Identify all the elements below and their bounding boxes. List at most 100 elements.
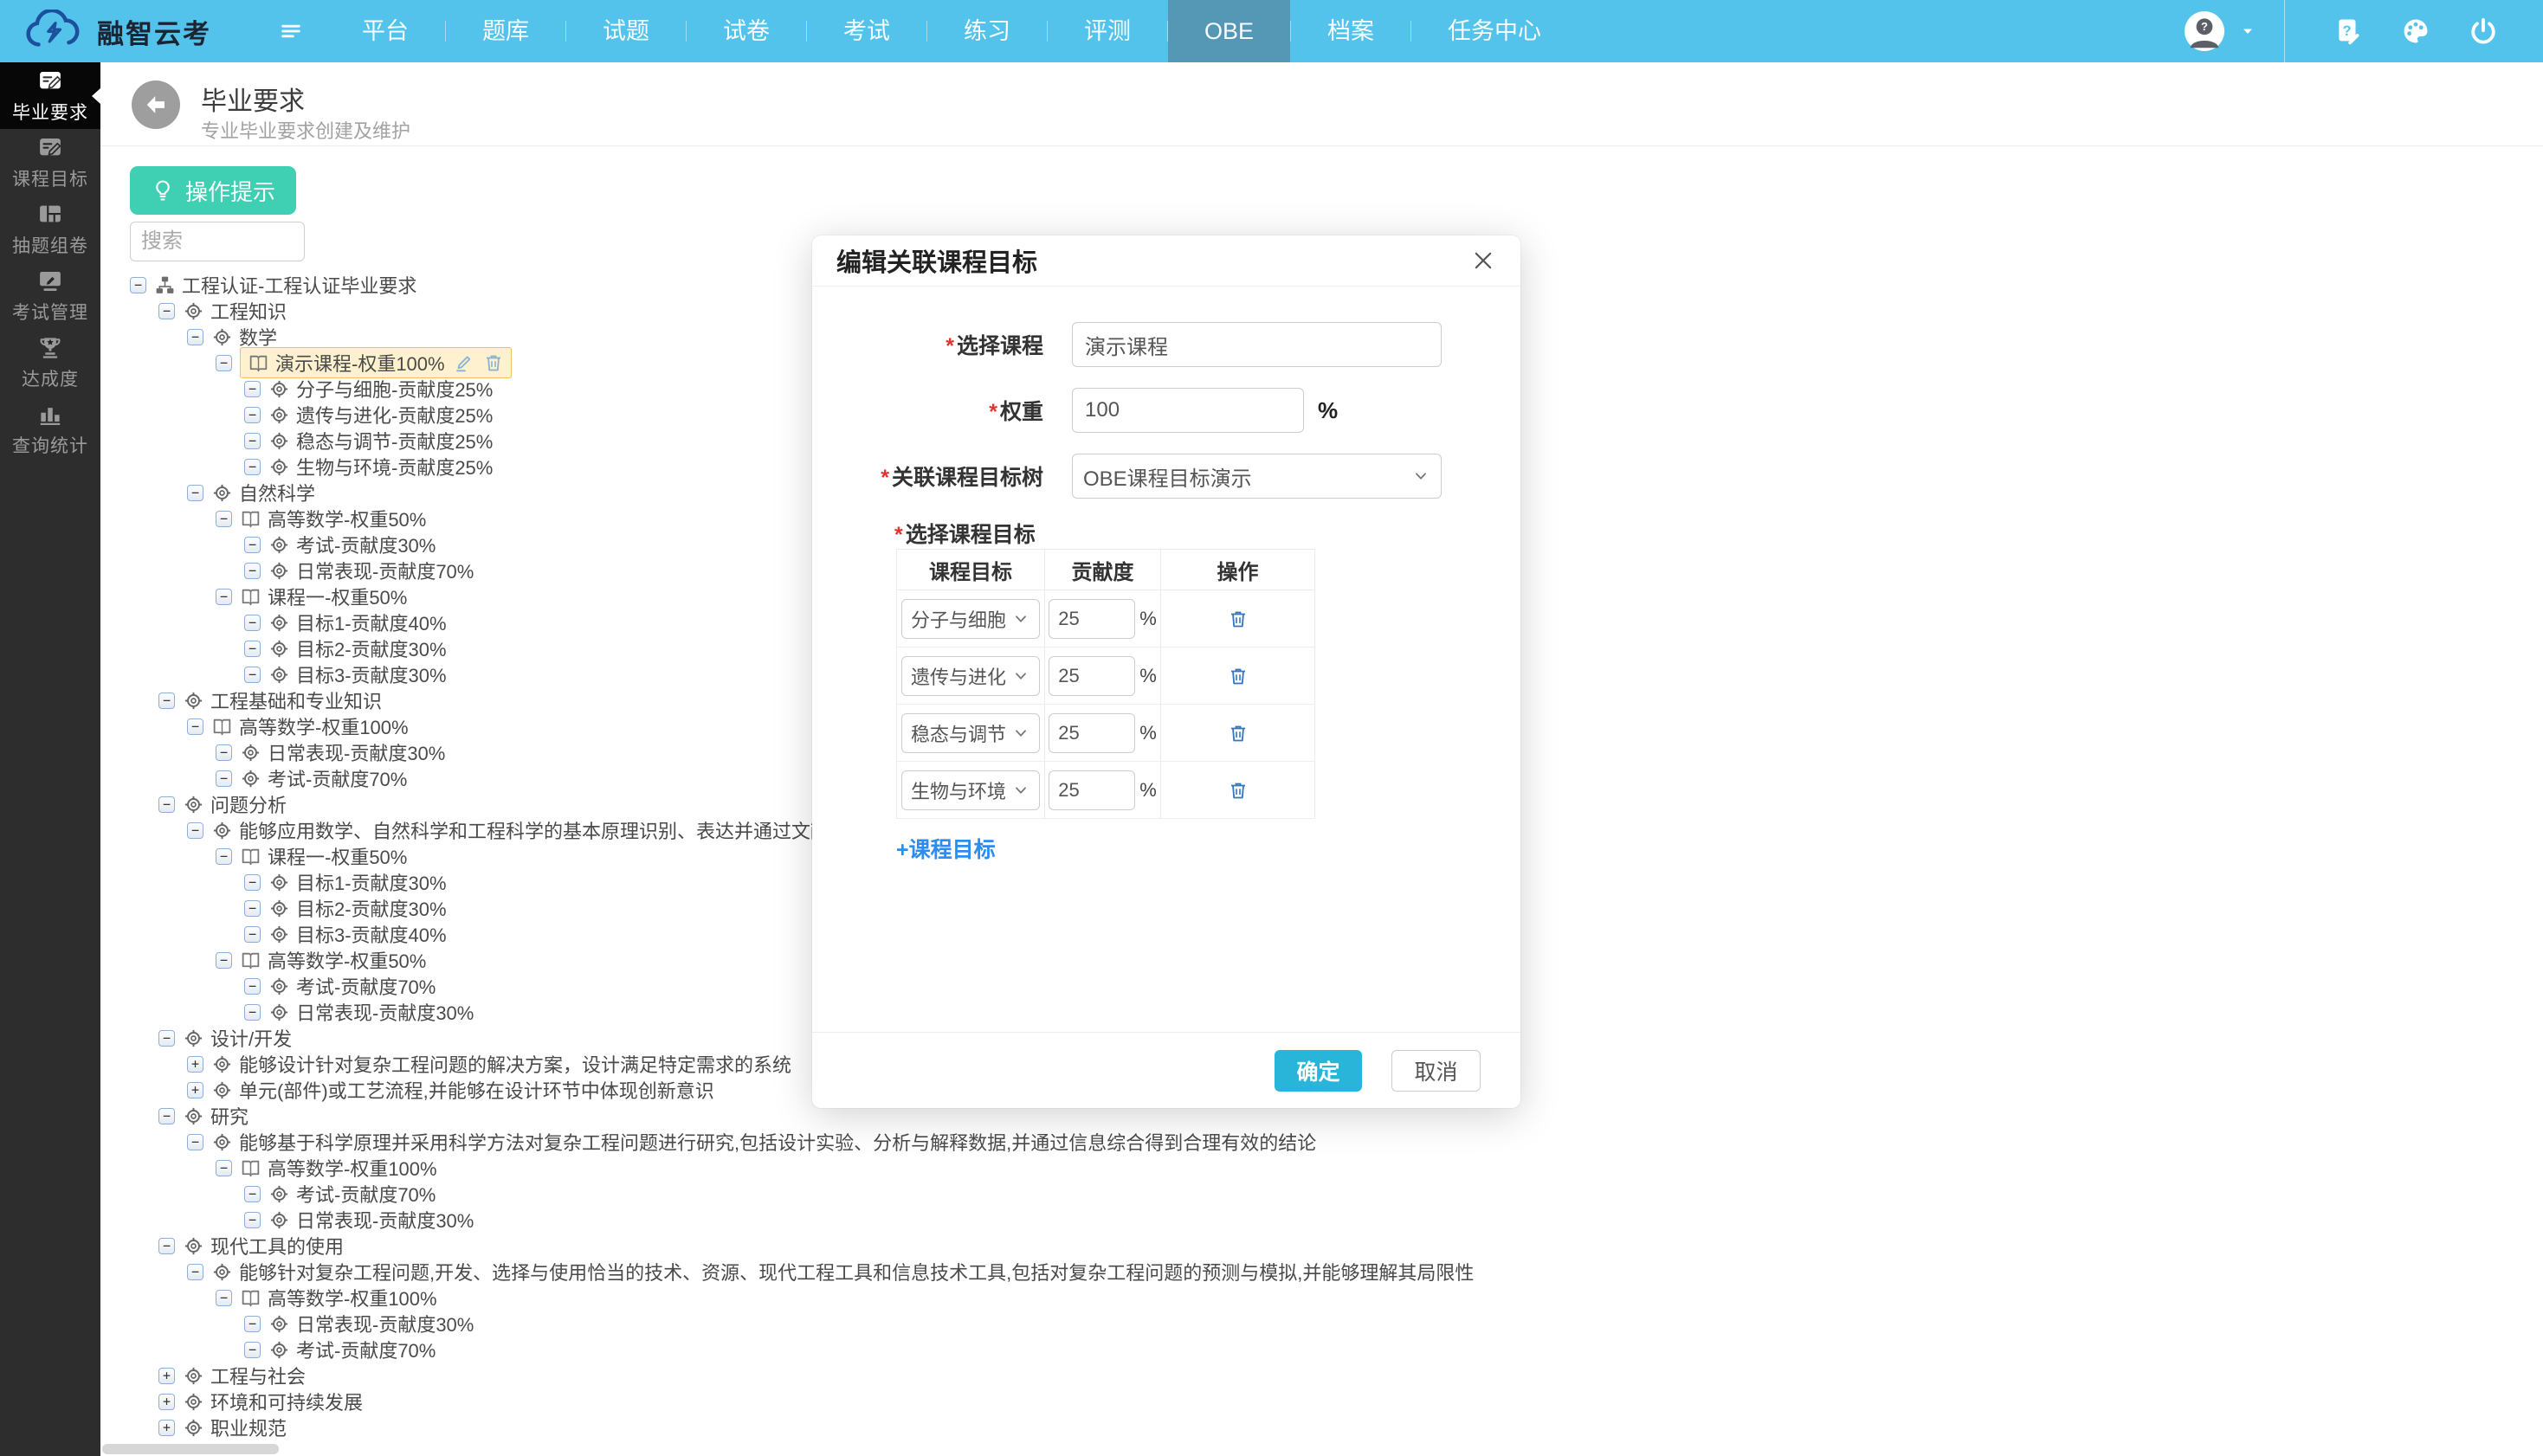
collapse-minus-icon[interactable]: − [216,1290,232,1306]
collapse-minus-icon[interactable]: − [216,589,232,605]
collapse-minus-icon[interactable]: − [244,1212,261,1228]
edit-icon[interactable] [454,352,474,373]
collapse-minus-icon[interactable]: − [244,1186,261,1202]
collapse-minus-icon[interactable]: − [216,952,232,969]
sidebar-item-课程目标[interactable]: 课程目标 [0,129,100,196]
sidebar-item-抽题组卷[interactable]: 抽题组卷 [0,196,100,262]
collapse-minus-icon[interactable]: − [216,744,232,761]
collapse-minus-icon[interactable]: − [244,1342,261,1358]
collapse-minus-icon[interactable]: − [244,667,261,683]
contribution-input[interactable] [1049,770,1135,810]
collapse-minus-icon[interactable]: − [158,693,175,709]
objective-select[interactable]: 遗传与进化 [901,656,1040,696]
collapse-minus-icon[interactable]: − [244,641,261,657]
collapse-minus-icon[interactable]: − [130,277,146,293]
delete-icon[interactable] [483,352,504,373]
collapse-minus-icon[interactable]: − [216,355,232,371]
expand-plus-icon[interactable]: + [187,1056,203,1073]
nav-item-考试[interactable]: 考试 [807,0,926,62]
nav-item-评测[interactable]: 评测 [1048,0,1167,62]
tree-row[interactable]: −现代工具的使用 [130,1233,1474,1259]
tree-row[interactable]: −考试-贡献度70% [130,1181,1474,1207]
collapse-minus-icon[interactable]: − [158,1030,175,1047]
delete-icon[interactable] [1228,609,1249,629]
tree-row[interactable]: −日常表现-贡献度30% [130,1311,1474,1337]
collapse-minus-icon[interactable]: − [244,874,261,891]
add-objective-link[interactable]: +课程目标 [896,833,996,864]
contribution-input[interactable] [1049,656,1135,696]
collapse-minus-icon[interactable]: − [216,511,232,527]
nav-item-OBE[interactable]: OBE [1168,0,1290,62]
sidebar-item-毕业要求[interactable]: 毕业要求 [0,62,100,129]
collapse-minus-icon[interactable]: − [216,848,232,865]
expand-plus-icon[interactable]: + [158,1368,175,1384]
expand-plus-icon[interactable]: + [187,1082,203,1098]
collapse-minus-icon[interactable]: − [244,407,261,423]
tree-row[interactable]: +职业规范 [130,1414,1474,1440]
collapse-minus-icon[interactable]: − [187,1134,203,1150]
collapse-minus-icon[interactable]: − [158,1238,175,1254]
help-icon[interactable]: ? [2333,16,2363,46]
nav-item-试题[interactable]: 试题 [566,0,686,62]
collapse-minus-icon[interactable]: − [187,822,203,839]
course-input[interactable] [1072,322,1442,367]
collapse-minus-icon[interactable]: − [187,485,203,501]
cancel-button[interactable]: 取消 [1391,1050,1481,1092]
delete-icon[interactable] [1228,780,1249,801]
collapse-minus-icon[interactable]: − [244,1004,261,1021]
tree-row[interactable]: −能够基于科学原理并采用科学方法对复杂工程问题进行研究,包括设计实验、分析与解释… [130,1129,1474,1155]
contribution-input[interactable] [1049,599,1135,639]
nav-item-档案[interactable]: 档案 [1291,0,1410,62]
avatar[interactable]: ? [2184,10,2225,52]
back-button[interactable] [132,81,180,129]
collapse-minus-icon[interactable]: − [244,978,261,995]
collapse-minus-icon[interactable]: − [244,1316,261,1332]
expand-plus-icon[interactable]: + [158,1420,175,1436]
nav-item-试卷[interactable]: 试卷 [687,0,806,62]
collapse-minus-icon[interactable]: − [187,329,203,345]
close-icon[interactable] [1470,248,1496,274]
sidebar-item-达成度[interactable]: 达成度 [0,329,100,396]
nav-item-练习[interactable]: 练习 [927,0,1047,62]
theme-palette-icon[interactable] [2401,16,2430,46]
nav-item-平台[interactable]: 平台 [326,0,445,62]
collapse-minus-icon[interactable]: − [187,1264,203,1280]
collapse-minus-icon[interactable]: − [244,381,261,397]
horizontal-scrollbar[interactable] [102,1444,279,1454]
collapse-minus-icon[interactable]: − [244,615,261,631]
sidebar-item-考试管理[interactable]: 考试管理 [0,262,100,329]
tree-row[interactable]: −考试-贡献度70% [130,1337,1474,1363]
chevron-down-icon[interactable] [2237,21,2258,42]
tree-row[interactable]: +工程与社会 [130,1363,1474,1388]
collapse-minus-icon[interactable]: − [216,1160,232,1176]
objective-select[interactable]: 生物与环境 [901,770,1040,810]
weight-input[interactable] [1072,388,1304,433]
collapse-minus-icon[interactable]: − [244,433,261,449]
collapse-minus-icon[interactable]: − [158,796,175,813]
menu-toggle-icon[interactable] [279,19,303,43]
tips-button[interactable]: 操作提示 [130,166,296,215]
objective-select[interactable]: 稳态与调节 [901,713,1040,753]
tree-row[interactable]: −高等数学-权重100% [130,1155,1474,1181]
delete-icon[interactable] [1228,666,1249,686]
sidebar-item-查询统计[interactable]: 查询统计 [0,396,100,462]
delete-icon[interactable] [1228,723,1249,744]
collapse-minus-icon[interactable]: − [244,900,261,917]
tree-row[interactable]: +环境和可持续发展 [130,1388,1474,1414]
logout-power-icon[interactable] [2469,16,2498,46]
collapse-minus-icon[interactable]: − [244,563,261,579]
tree-row[interactable]: −日常表现-贡献度30% [130,1207,1474,1233]
tree-row[interactable]: −能够针对复杂工程问题,开发、选择与使用恰当的技术、资源、现代工程工具和信息技术… [130,1259,1474,1285]
objective-select[interactable]: 分子与细胞 [901,599,1040,639]
collapse-minus-icon[interactable]: − [244,537,261,553]
collapse-minus-icon[interactable]: − [187,718,203,735]
objective-tree-select[interactable]: OBE课程目标演示 [1072,454,1442,499]
confirm-button[interactable]: 确定 [1275,1050,1362,1092]
collapse-minus-icon[interactable]: − [216,770,232,787]
contribution-input[interactable] [1049,713,1135,753]
collapse-minus-icon[interactable]: − [158,1108,175,1124]
collapse-minus-icon[interactable]: − [244,459,261,475]
tree-row[interactable]: −高等数学-权重100% [130,1285,1474,1311]
expand-plus-icon[interactable]: + [158,1394,175,1410]
collapse-minus-icon[interactable]: − [244,926,261,943]
